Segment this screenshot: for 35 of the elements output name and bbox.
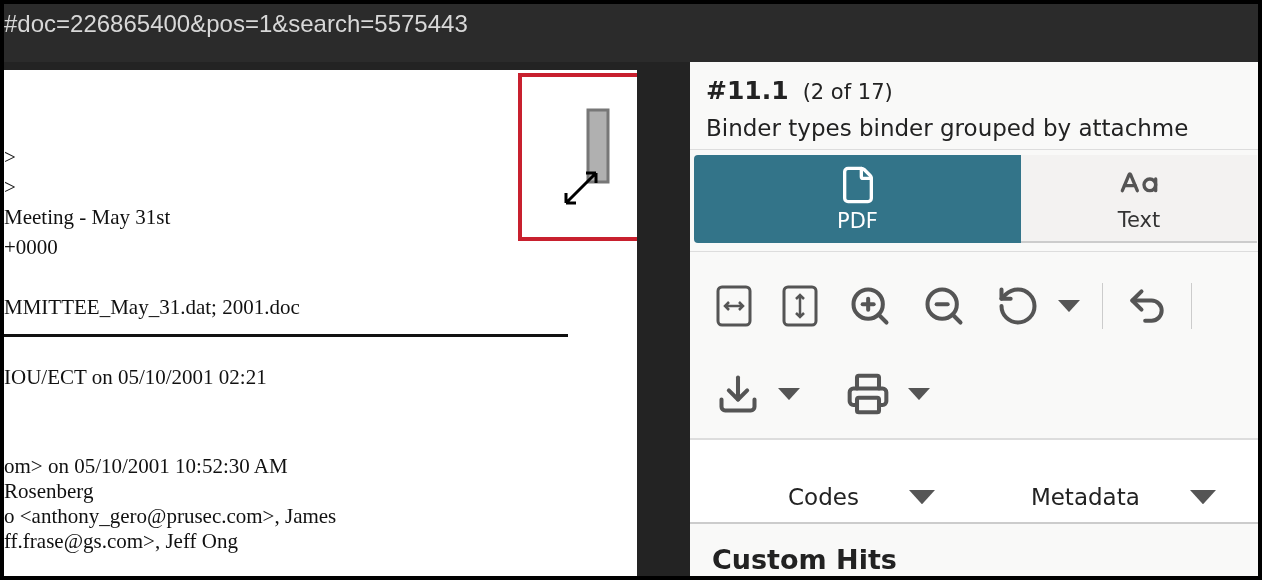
address-url: #doc=226865400&pos=1&search=5575443 — [4, 10, 468, 38]
document-text: o <anthony_gero@prusec.com>, James — [4, 504, 337, 529]
print-button[interactable] — [846, 372, 930, 416]
document-number: #11.1 — [706, 76, 789, 105]
fit-height-button[interactable] — [782, 285, 818, 327]
zoom-in-icon — [848, 284, 892, 328]
document-text: +0000 — [4, 234, 58, 261]
fit-height-icon — [782, 285, 818, 327]
view-tab[interactable]: PDF — [694, 155, 1021, 243]
zoom-out-button[interactable] — [922, 284, 966, 328]
caret-icon — [1058, 299, 1080, 313]
document-text: MMITTEE_May_31.dat; 2001.doc — [4, 294, 300, 321]
document-text: Meeting - May 31st — [4, 204, 171, 231]
document-text: > — [4, 144, 16, 171]
caret-icon — [908, 387, 930, 401]
document-text: ff.frase@gs.com>, Jeff Ong — [4, 529, 238, 554]
document-count: (2 of 17) — [802, 80, 893, 104]
binder-description: Binder types binder grouped by attachme — [690, 105, 1258, 150]
fit-width-button[interactable] — [716, 285, 752, 327]
section-heading: Custom Hits — [711, 543, 898, 575]
caret-icon — [1189, 489, 1216, 505]
document-text: IOU/ECT on 05/10/2001 02:21 — [4, 364, 267, 391]
caret-icon — [908, 489, 935, 505]
rotate-button[interactable] — [996, 284, 1080, 328]
zoom-out-icon — [922, 284, 966, 328]
section-dropdown[interactable]: Codes — [788, 484, 935, 510]
print-icon — [846, 372, 890, 416]
document-text: > — [4, 174, 16, 201]
zoom-in-button[interactable] — [848, 284, 892, 328]
document-text: om> on 05/10/2001 10:52:30 AM — [4, 454, 288, 479]
section-dropdown[interactable]: Metadata — [1030, 484, 1216, 510]
fit-width-icon — [716, 285, 752, 327]
caret-icon — [778, 387, 800, 401]
document-text: Rosenberg — [4, 479, 94, 504]
view-tab[interactable]: Text — [1021, 155, 1257, 243]
